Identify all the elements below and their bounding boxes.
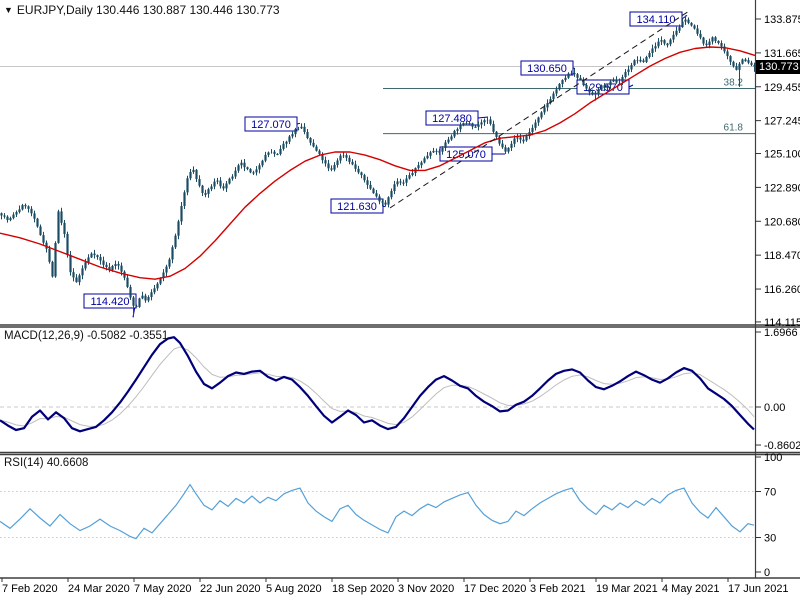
quote-header-text: EURJPY,Daily 130.446 130.887 130.446 130… (16, 3, 280, 17)
axis-tick-label: 120.680 (764, 216, 800, 228)
axis-tick-label: 116.260 (764, 284, 800, 296)
axis-tick-label: -0.8602 (764, 440, 800, 452)
date-tick-label: 3 Nov 2020 (398, 583, 454, 595)
axis-tick-label: 30 (764, 533, 776, 545)
axis-tick-label: 0.00 (764, 402, 785, 414)
date-tick-label: 18 Sep 2020 (332, 583, 394, 595)
date-tick-label: 5 Aug 2020 (266, 583, 322, 595)
swing-label-text: 114.420 (91, 296, 130, 308)
trading-chart-window: ▼ EURJPY,Daily 130.446 130.887 130.446 13… (0, 0, 800, 600)
date-tick-label: 4 May 2021 (662, 583, 719, 595)
fib-level-label: 61.8 (724, 123, 744, 134)
swing-label-text: 127.070 (251, 119, 291, 131)
axis-tick-label: 125.100 (764, 149, 800, 161)
date-tick-label: 24 Mar 2020 (68, 583, 130, 595)
swing-label-text: 130.650 (527, 63, 567, 75)
date-tick-label: 7 Feb 2020 (2, 583, 58, 595)
quote-header: ▼ EURJPY,Daily 130.446 130.887 130.446 13… (4, 3, 280, 17)
date-tick-label: 17 Jun 2021 (728, 583, 789, 595)
rsi-indicator-label: RSI(14) 40.6608 (4, 457, 89, 469)
date-tick-label: 19 Mar 2021 (596, 583, 658, 595)
axis-tick-label: 70 (764, 487, 776, 499)
axis-tick-label: 133.875 (764, 14, 800, 26)
date-tick-label: 22 Jun 2020 (200, 583, 261, 595)
symbol-dropdown-arrow-icon[interactable]: ▼ (4, 5, 13, 15)
axis-tick-label: 129.455 (764, 82, 800, 94)
macd-indicator-label: MACD(12,26,9) -0.5082 -0.3551 (4, 330, 169, 342)
swing-label-text: 121.630 (337, 201, 377, 213)
date-tick-label: 3 Feb 2021 (530, 583, 586, 595)
fib-level-label: 38.2 (724, 78, 744, 89)
axis-tick-label: 1.6966 (764, 327, 798, 339)
price-panel[interactable] (0, 0, 755, 325)
date-tick-label: 7 May 2020 (134, 583, 191, 595)
axis-tick-label: 122.890 (764, 182, 800, 194)
axis-tick-label: 131.665 (764, 48, 800, 60)
chart-canvas: 38.261.8134.110130.650129.570127.480127.… (0, 0, 800, 595)
rsi-panel[interactable] (0, 454, 755, 578)
axis-tick-label: 0 (764, 567, 770, 579)
axis-tick-label: 127.245 (764, 116, 800, 128)
current-price-tag: 130.773 (756, 60, 800, 74)
axis-tick-label: 100 (764, 452, 782, 464)
axis-tick-label: 118.470 (764, 250, 800, 262)
macd-panel[interactable] (0, 327, 755, 452)
date-tick-label: 17 Dec 2020 (464, 583, 526, 595)
